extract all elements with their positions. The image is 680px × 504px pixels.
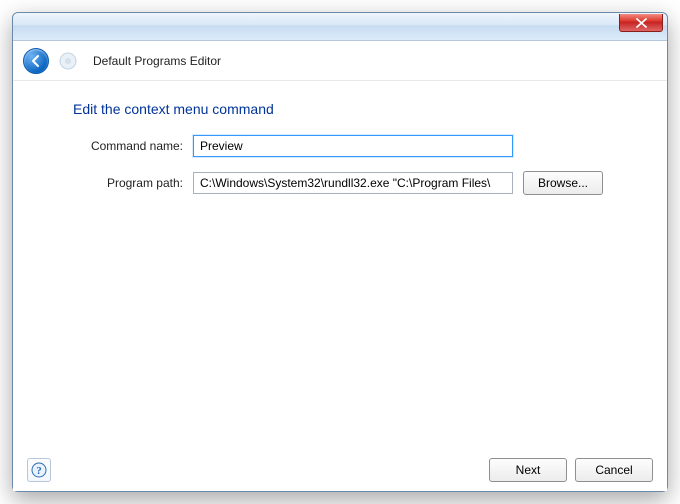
titlebar xyxy=(13,13,667,41)
back-arrow-icon xyxy=(29,54,43,68)
command-name-label: Command name: xyxy=(73,139,193,153)
program-path-input[interactable] xyxy=(193,172,513,194)
dialog-window: Default Programs Editor Edit the context… xyxy=(12,12,668,492)
navigation-bar: Default Programs Editor xyxy=(13,41,667,81)
command-name-row: Command name: xyxy=(73,135,637,157)
help-icon: ? xyxy=(31,462,47,478)
program-path-label: Program path: xyxy=(73,176,193,190)
svg-text:?: ? xyxy=(36,465,42,477)
close-icon xyxy=(636,18,647,28)
next-button[interactable]: Next xyxy=(489,458,567,482)
content-area: Edit the context menu command Command na… xyxy=(13,81,667,449)
command-name-input[interactable] xyxy=(193,135,513,157)
app-icon xyxy=(57,50,79,72)
close-button[interactable] xyxy=(619,14,663,32)
app-title: Default Programs Editor xyxy=(93,54,221,68)
cancel-button[interactable]: Cancel xyxy=(575,458,653,482)
page-heading: Edit the context menu command xyxy=(73,101,637,117)
program-path-row: Program path: Browse... xyxy=(73,171,637,195)
footer: ? Next Cancel xyxy=(13,449,667,491)
help-button[interactable]: ? xyxy=(27,458,51,482)
back-button[interactable] xyxy=(23,48,49,74)
browse-button[interactable]: Browse... xyxy=(523,171,603,195)
